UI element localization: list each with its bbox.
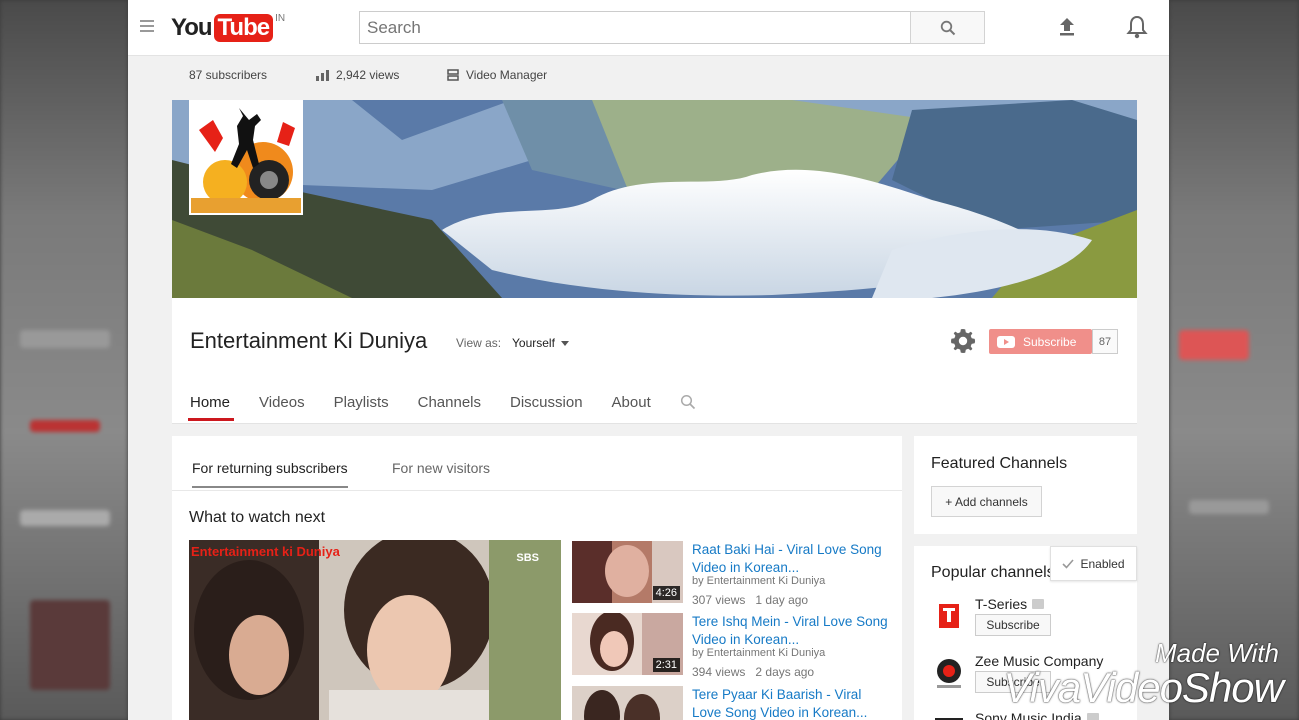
search-box xyxy=(359,11,911,44)
subscribe-button[interactable]: Subscribe xyxy=(975,614,1051,636)
subtab-returning-subscribers[interactable]: For returning subscribers xyxy=(192,460,348,488)
hamburger-menu-icon[interactable] xyxy=(140,20,154,32)
search-input[interactable] xyxy=(360,12,910,43)
video-thumbnail[interactable]: 2:31 xyxy=(572,613,683,675)
notification-bell-icon[interactable] xyxy=(1125,14,1149,40)
channel-stats-row: 87 subscribers 2,942 views Video Manager xyxy=(128,56,1169,100)
video-thumbnail[interactable]: 4:26 xyxy=(572,541,683,603)
channel-avatar[interactable] xyxy=(189,100,303,215)
avatar-art xyxy=(191,102,301,213)
video-title-link[interactable]: Tere Ishq Mein - Viral Love Song Video i… xyxy=(692,613,892,649)
backdrop-left xyxy=(0,0,128,720)
tab-discussion[interactable]: Discussion xyxy=(510,394,583,421)
video-list-item[interactable]: 4:26 Raat Baki Hai - Viral Love Song Vid… xyxy=(572,541,902,607)
verified-icon xyxy=(1086,713,1099,720)
video-list-item[interactable]: 2:31 Tere Ishq Mein - Viral Love Song Vi… xyxy=(572,613,902,679)
featured-overlay-title: Entertainment ki Duniya xyxy=(191,544,340,559)
gear-icon[interactable] xyxy=(950,328,976,354)
channel-search-icon[interactable] xyxy=(680,394,696,410)
home-content-panel: For returning subscribers For new visito… xyxy=(172,436,902,720)
subtab-new-visitors[interactable]: For new visitors xyxy=(392,460,490,486)
video-author: by Entertainment Ki Duniya xyxy=(692,647,826,659)
caret-down-icon xyxy=(560,340,569,346)
video-meta: 394 views 2 days ago xyxy=(692,665,815,679)
masthead: You Tube IN xyxy=(128,0,1169,56)
popular-channels-title: Popular channels xyxy=(931,564,1051,581)
video-list-item[interactable]: Tere Pyaar Ki Baarish - Viral Love Song … xyxy=(572,686,902,720)
featured-overlay-tag: SBS xyxy=(516,552,539,564)
search-icon xyxy=(940,20,955,35)
t-series-logo[interactable] xyxy=(931,598,967,634)
channel-name[interactable]: T-Series xyxy=(975,596,1045,612)
upload-icon[interactable] xyxy=(1056,16,1078,38)
tab-playlists[interactable]: Playlists xyxy=(334,394,389,421)
mountain-landscape-image xyxy=(172,100,1137,298)
audience-subtabs: For returning subscribers For new visito… xyxy=(172,436,902,491)
youtube-play-icon xyxy=(997,335,1015,348)
featured-video-thumbnail[interactable]: Entertainment ki Duniya SBS xyxy=(189,540,561,720)
channel-title: Entertainment Ki Duniya xyxy=(190,328,428,353)
video-duration: 2:31 xyxy=(652,658,680,672)
video-manager-link[interactable]: Video Manager xyxy=(447,68,547,82)
youtube-logo[interactable]: You Tube IN xyxy=(171,12,285,44)
backdrop-right xyxy=(1169,0,1299,720)
view-count: 2,942 views xyxy=(316,68,399,82)
popular-channel-item: T-Series Subscribe xyxy=(931,594,1131,642)
verified-icon xyxy=(1032,599,1045,609)
enabled-toggle[interactable]: Enabled xyxy=(1050,546,1137,581)
tab-channels[interactable]: Channels xyxy=(418,394,481,421)
bar-chart-icon xyxy=(316,69,329,81)
view-as-label: View as: xyxy=(456,336,502,350)
tab-home[interactable]: Home xyxy=(187,394,235,421)
browser-frame: You Tube IN 87 subscribers 2,942 views V… xyxy=(128,0,1169,720)
video-title-link[interactable]: Tere Pyaar Ki Baarish - Viral Love Song … xyxy=(692,686,892,720)
section-title: What to watch next xyxy=(189,509,326,526)
search-button[interactable] xyxy=(910,11,985,44)
video-author: by Entertainment Ki Duniya xyxy=(692,575,826,587)
video-thumbnail[interactable] xyxy=(572,686,683,720)
channel-banner xyxy=(172,100,1137,298)
featured-channels-panel: Featured Channels + Add channels xyxy=(914,436,1137,534)
video-manager-icon xyxy=(447,69,459,81)
logo-country: IN xyxy=(275,12,286,24)
tab-about[interactable]: About xyxy=(612,394,651,421)
channel-tabs: Home Videos Playlists Channels Discussio… xyxy=(187,394,680,421)
watermark-line2: VivaVideoShow xyxy=(1003,664,1284,711)
logo-you: You xyxy=(171,14,213,41)
subscribe-button[interactable]: Subscribe xyxy=(989,329,1092,354)
sony-music-logo[interactable] xyxy=(931,712,967,720)
featured-video-image xyxy=(189,540,561,720)
channel-header-panel: Entertainment Ki Duniya View as: Yoursel… xyxy=(172,298,1137,424)
video-thumbnail-image xyxy=(572,686,683,720)
featured-channels-title: Featured Channels xyxy=(931,455,1068,472)
video-duration: 4:26 xyxy=(652,586,680,600)
tab-videos[interactable]: Videos xyxy=(259,394,305,421)
subscriber-count: 87 subscribers xyxy=(189,68,268,82)
view-as-dropdown[interactable]: Yourself xyxy=(512,336,569,350)
checkmark-icon xyxy=(1062,558,1075,569)
video-meta: 307 views 1 day ago xyxy=(692,593,809,607)
zee-music-logo[interactable] xyxy=(931,655,967,691)
add-channels-button[interactable]: + Add channels xyxy=(931,486,1042,517)
logo-tube: Tube xyxy=(213,14,274,42)
video-title-link[interactable]: Raat Baki Hai - Viral Love Song Video in… xyxy=(692,541,892,577)
subscribe-count-badge: 87 xyxy=(1092,329,1118,354)
